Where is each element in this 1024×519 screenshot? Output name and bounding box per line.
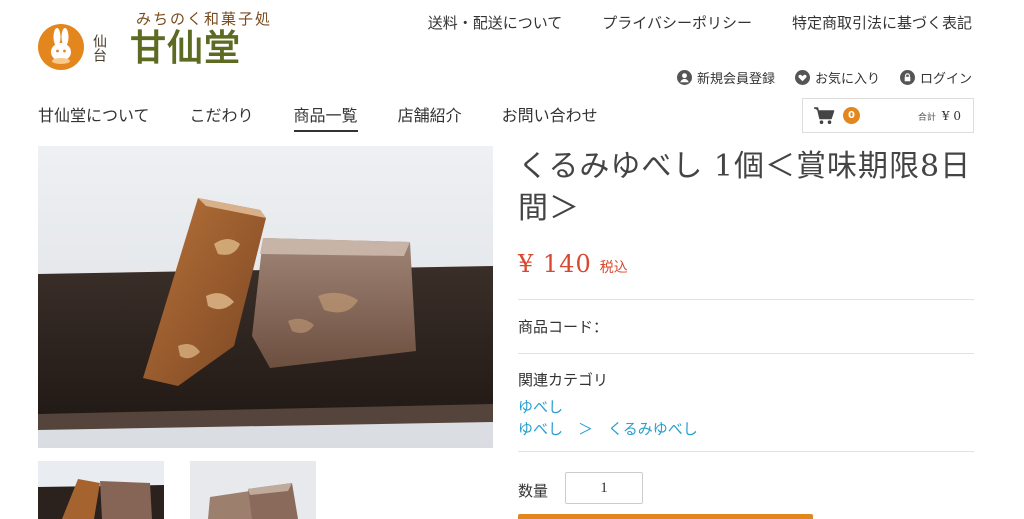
divider xyxy=(518,299,974,300)
favorites-link[interactable]: お気に入り xyxy=(794,68,880,87)
quantity-input[interactable] xyxy=(565,472,643,504)
cart-total-label: 合計 xyxy=(917,112,936,123)
favorites-label: お気に入り xyxy=(814,72,880,87)
category-link-yubeshi[interactable]: ゆべし xyxy=(518,396,563,417)
divider xyxy=(518,353,974,354)
legal-notice-link[interactable]: 特定商取引法に基づく表記 xyxy=(792,12,972,33)
rabbit-logo-icon xyxy=(38,24,84,70)
cart-count-badge: 0 xyxy=(843,107,860,124)
register-link[interactable]: 新規会員登録 xyxy=(676,68,775,87)
heart-icon xyxy=(794,70,810,85)
logo-name: 甘仙堂 xyxy=(130,27,242,69)
related-category-label: 関連カテゴリ xyxy=(518,371,609,389)
register-label: 新規会員登録 xyxy=(696,72,775,87)
product-title: くるみゆべし 1個＜賞味期限8日間＞ xyxy=(518,149,972,226)
nav-stores[interactable]: 店舗紹介 xyxy=(398,102,462,132)
price-value: ¥ 140 xyxy=(518,250,592,278)
top-links: 送料・配送について プライバシーポリシー 特定商取引法に基づく表記 xyxy=(428,12,972,33)
cart-summary[interactable]: 0 合計 ¥ 0 xyxy=(802,98,974,133)
product-price: ¥ 140 税込 xyxy=(518,250,628,278)
site-logo[interactable]: みちのく和菓子処 仙台 甘仙堂 xyxy=(38,8,278,72)
divider xyxy=(518,451,974,452)
login-label: ログイン xyxy=(919,72,972,87)
nav-contact[interactable]: お問い合わせ xyxy=(502,102,598,132)
cart-icon xyxy=(814,107,835,124)
lock-icon xyxy=(899,70,915,85)
cart-total: 合計 ¥ 0 xyxy=(918,109,961,123)
privacy-link[interactable]: プライバシーポリシー xyxy=(602,12,752,33)
category-path-link[interactable]: ゆべし ＞ くるみゆべし xyxy=(518,418,698,439)
quantity-label: 数量 xyxy=(518,482,549,500)
main-nav: 甘仙堂について こだわり 商品一覧 店舗紹介 お問い合わせ xyxy=(38,102,598,132)
product-thumbnail-2[interactable] xyxy=(190,461,316,519)
tax-label: 税込 xyxy=(599,260,628,276)
product-thumbnail-1[interactable] xyxy=(38,461,164,519)
logo-sub: 仙台 xyxy=(91,34,107,62)
product-code-label: 商品コード： xyxy=(518,318,609,336)
shipping-link[interactable]: 送料・配送について xyxy=(428,12,563,33)
user-links: 新規会員登録 お気に入り ログイン xyxy=(676,68,972,87)
login-link[interactable]: ログイン xyxy=(899,68,972,87)
cart-total-value: ¥ 0 xyxy=(941,108,961,123)
add-to-cart-button[interactable] xyxy=(518,514,813,519)
nav-products[interactable]: 商品一覧 xyxy=(293,102,358,132)
product-main-image xyxy=(38,146,493,448)
user-icon xyxy=(676,70,692,85)
nav-about[interactable]: 甘仙堂について xyxy=(38,102,150,132)
nav-commitment[interactable]: こだわり xyxy=(190,102,254,132)
